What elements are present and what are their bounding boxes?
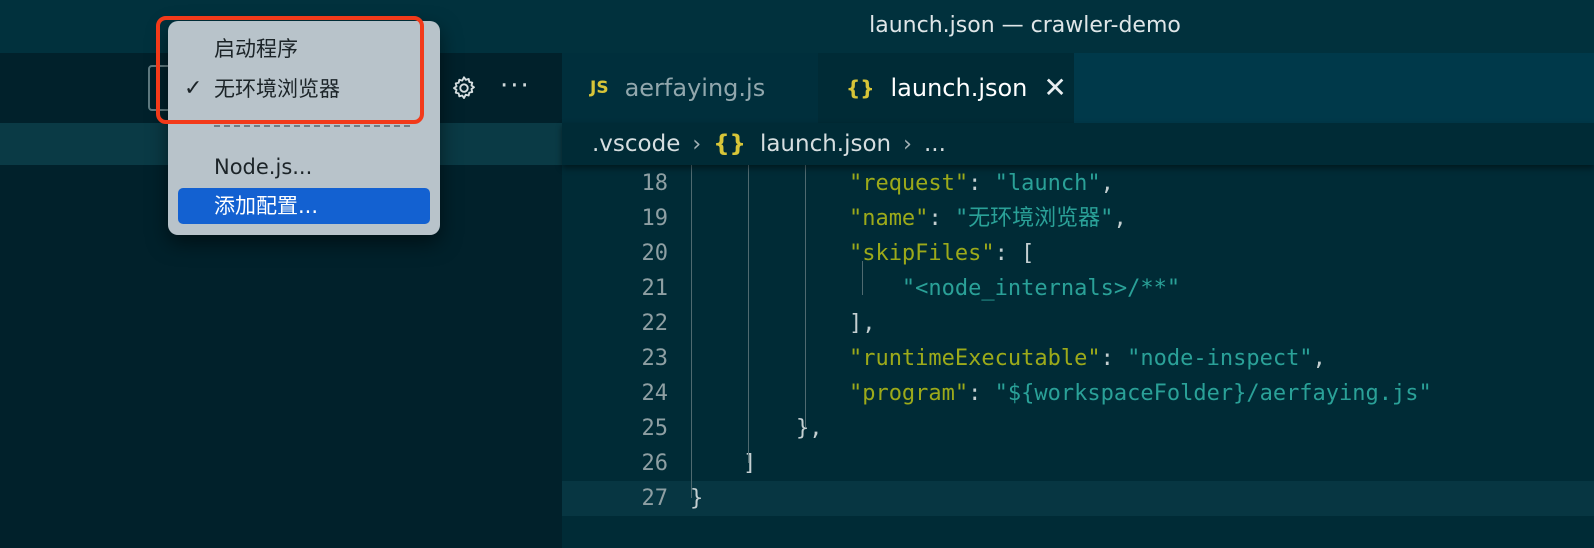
menu-item-add-configuration[interactable]: 添加配置... <box>178 188 430 224</box>
code-text: ] <box>690 446 756 481</box>
code-line[interactable]: 27} <box>562 481 1594 516</box>
json-punctuation: , <box>1113 206 1127 231</box>
line-number: 21 <box>641 276 669 301</box>
code-line[interactable]: 24 "program": "${workspaceFolder}/aerfay… <box>562 376 1594 411</box>
line-number: 25 <box>641 416 669 441</box>
code-line[interactable]: 26 ] <box>562 446 1594 481</box>
menu-item-label: 添加配置... <box>214 194 319 218</box>
breadcrumb-symbol[interactable]: ... <box>924 131 946 157</box>
code-line[interactable]: 23 "runtimeExecutable": "node-inspect", <box>562 341 1594 376</box>
indent-guide <box>748 165 749 463</box>
code-line[interactable]: 20 "skipFiles": [ <box>562 236 1594 271</box>
editor: JS aerfaying.js {} launch.json ✕ .vscode… <box>562 53 1594 548</box>
json-key: "skipFiles" <box>848 241 995 266</box>
line-number: 27 <box>641 486 669 511</box>
line-number: 18 <box>641 171 669 196</box>
code-text: "runtimeExecutable": "node-inspect", <box>690 341 1326 376</box>
indent-guide <box>691 165 692 498</box>
line-number: 20 <box>641 241 669 266</box>
breadcrumb-file[interactable]: launch.json <box>760 131 891 157</box>
line-number: 26 <box>641 451 669 476</box>
annotation-highlight-box <box>156 16 424 124</box>
close-icon[interactable]: ✕ <box>1043 74 1066 102</box>
code-line[interactable]: 18 "request": "launch", <box>562 166 1594 201</box>
code-text: "request": "launch", <box>690 166 1114 201</box>
gear-icon[interactable] <box>448 73 480 105</box>
json-string: "launch" <box>994 171 1101 196</box>
tab-bar: JS aerfaying.js {} launch.json ✕ <box>562 53 1594 123</box>
code-text: "<node_internals>/**" <box>690 271 1180 306</box>
json-string: "node-inspect" <box>1127 346 1313 371</box>
code-line[interactable]: 22 ], <box>562 306 1594 341</box>
code-text: "name": "无环境浏览器", <box>690 201 1127 236</box>
code-line[interactable]: 25 }, <box>562 411 1594 446</box>
json-string: "无环境浏览器" <box>954 206 1114 231</box>
menu-separator <box>214 125 410 127</box>
breadcrumb-folder[interactable]: .vscode <box>592 131 680 157</box>
json-colon: : <box>968 381 995 406</box>
indent-guide <box>805 165 806 427</box>
json-file-icon: {} <box>846 76 875 100</box>
chevron-right-icon: › <box>903 131 912 157</box>
code-text: }, <box>690 411 823 446</box>
more-actions-icon[interactable]: ··· <box>500 71 531 101</box>
json-key: "name" <box>848 206 929 231</box>
json-key: "runtimeExecutable" <box>848 346 1101 371</box>
tab-label: launch.json <box>890 74 1028 102</box>
json-colon: : <box>1100 346 1128 371</box>
js-file-icon: JS <box>590 78 609 98</box>
tab-label: aerfaying.js <box>624 74 766 102</box>
code-line[interactable]: 21 "<node_internals>/**" <box>562 271 1594 306</box>
json-colon: : <box>928 206 955 231</box>
indent-guide <box>862 261 863 295</box>
line-number: 24 <box>641 381 669 406</box>
menu-item-label: Node.js... <box>214 155 313 179</box>
json-punctuation: ], <box>848 311 876 336</box>
line-number: 22 <box>641 311 669 336</box>
menu-item-nodejs[interactable]: Node.js... <box>178 149 430 185</box>
code-text: "program": "${workspaceFolder}/aerfaying… <box>690 376 1432 411</box>
json-punctuation: }, <box>795 416 823 441</box>
chevron-right-icon: › <box>692 131 702 157</box>
json-file-icon: {} <box>713 131 746 157</box>
line-number: 23 <box>641 346 669 371</box>
json-punctuation: ] <box>742 451 757 476</box>
json-punctuation: , <box>1312 346 1326 371</box>
json-punctuation: , <box>1100 171 1114 196</box>
breadcrumb: .vscode › {} launch.json › ... <box>562 123 1594 165</box>
tab-launch-json[interactable]: {} launch.json ✕ <box>818 53 1074 123</box>
json-string: "<node_internals>/**" <box>901 276 1181 301</box>
tab-aerfaying-js[interactable]: JS aerfaying.js <box>562 53 818 123</box>
json-key: "request" <box>848 171 969 196</box>
json-string: "${workspaceFolder}/aerfaying.js" <box>994 381 1432 406</box>
code-editor[interactable]: 27} 26 ] 25 }, 24 "program": "${workspaceFo… <box>562 165 1594 548</box>
line-number: 19 <box>641 206 669 231</box>
json-colon: : <box>968 171 995 196</box>
code-text: ], <box>690 306 876 341</box>
code-line[interactable]: 19 "name": "无环境浏览器", <box>562 201 1594 236</box>
json-key: "program" <box>848 381 969 406</box>
json-punctuation: [ <box>1021 241 1035 266</box>
json-colon: : <box>994 241 1022 266</box>
